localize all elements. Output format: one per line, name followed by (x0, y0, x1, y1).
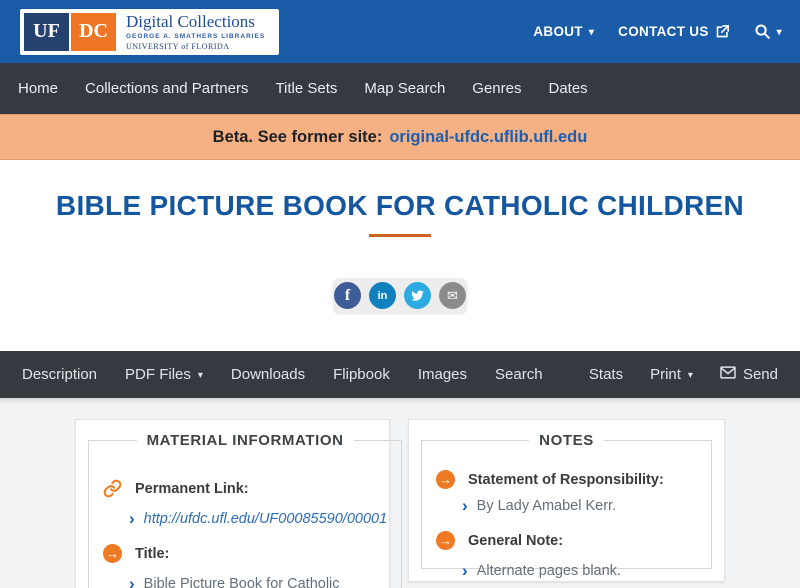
toolbar-right-group: Stats Print ▾ Send (589, 366, 778, 383)
general-note-value-row: › Alternate pages blank. (436, 561, 697, 579)
title-value: Bible Picture Book for Catholic Children (143, 576, 340, 588)
nav-item-genres[interactable]: Genres (472, 80, 521, 97)
beta-banner-text: Beta. See former site: (212, 127, 383, 146)
logo-title: Digital Collections (126, 12, 255, 31)
notes-box: NOTES → Statement of Responsibility: › B… (421, 432, 712, 579)
logo-text-block: Digital Collections GEORGE A. SMATHERS L… (116, 12, 275, 52)
twitter-share-icon[interactable] (404, 282, 431, 309)
social-share-bar: f in ✉ (333, 278, 467, 313)
toolbar-downloads[interactable]: Downloads (231, 366, 305, 383)
notes-heading: NOTES (539, 432, 594, 449)
logo-organization: UNIVERSITY of FLORIDA (126, 42, 230, 51)
general-note-label-row: → General Note: (436, 531, 697, 550)
email-share-icon[interactable]: ✉ (439, 282, 466, 309)
general-note-field: → General Note: › Alternate pages blank. (436, 531, 697, 579)
dc-logo-square: DC (71, 12, 116, 51)
statement-label: Statement of Responsibility: (468, 471, 664, 488)
circle-arrow-icon: → (436, 470, 455, 489)
external-link-icon (715, 24, 730, 39)
linkedin-share-icon[interactable]: in (369, 282, 396, 309)
toolbar-description[interactable]: Description (22, 366, 97, 383)
nav-item-title-sets[interactable]: Title Sets (275, 80, 337, 97)
material-information-heading: MATERIAL INFORMATION (146, 432, 344, 449)
contact-us-label: CONTACT US (618, 24, 709, 39)
statement-of-responsibility-field: → Statement of Responsibility: › By Lady… (436, 470, 697, 514)
toolbar-images-label: Images (417, 366, 468, 383)
facebook-share-icon[interactable]: f (334, 282, 361, 309)
material-information-box: MATERIAL INFORMATION Permanent Link: › h… (88, 432, 403, 588)
permanent-link-label-row: Permanent Link: (103, 479, 387, 498)
title-value-row: › Bible Picture Book for Catholic Childr… (103, 574, 387, 588)
search-menu[interactable]: ▾ (754, 23, 782, 40)
statement-value: By Lady Amabel Kerr. (476, 498, 617, 514)
nav-item-home[interactable]: Home (18, 80, 58, 97)
title-underline (369, 234, 431, 237)
permanent-link-label: Permanent Link: (135, 480, 249, 497)
toolbar-search-label: Search (495, 366, 543, 383)
statement-label-row: → Statement of Responsibility: (436, 470, 697, 489)
notes-card: NOTES → Statement of Responsibility: › B… (408, 419, 725, 582)
permanent-link-url[interactable]: http://ufdc.ufl.edu/UF00085590/00001 (144, 511, 387, 527)
page-title: BIBLE PICTURE BOOK FOR CATHOLIC CHILDREN (55, 190, 745, 221)
nav-item-collections-and-partners[interactable]: Collections and Partners (85, 80, 248, 97)
search-icon (754, 23, 771, 40)
toolbar-send[interactable]: Send (720, 366, 778, 383)
circle-arrow-icon: → (103, 544, 122, 563)
toolbar-flipbook[interactable]: Flipbook (333, 366, 390, 383)
statement-value-row: › By Lady Amabel Kerr. (436, 496, 697, 514)
title-label-row: → Title: (103, 544, 387, 563)
chevron-right-icon: › (462, 496, 468, 515)
chevron-down-icon: ▾ (588, 26, 595, 38)
ufdc-logo[interactable]: UF DC Digital Collections GEORGE A. SMAT… (20, 8, 280, 55)
contact-us-link[interactable]: CONTACT US (618, 24, 730, 39)
chevron-down-icon: ▾ (687, 369, 693, 381)
chevron-right-icon: › (129, 574, 135, 588)
envelope-icon (720, 366, 736, 383)
toolbar-print[interactable]: Print ▾ (650, 366, 693, 383)
toolbar-print-label: Print (650, 366, 681, 383)
header-menu: ABOUT ▾ CONTACT US ▾ (533, 23, 782, 40)
nav-item-map-search[interactable]: Map Search (364, 80, 445, 97)
title-field: → Title: › Bible Picture Book for Cathol… (103, 544, 387, 588)
toolbar-stats[interactable]: Stats (589, 366, 623, 383)
title-section: BIBLE PICTURE BOOK FOR CATHOLIC CHILDREN (0, 160, 800, 237)
item-toolbar: Description PDF Files ▾ Downloads Flipbo… (0, 351, 800, 398)
former-site-link[interactable]: original-ufdc.uflib.ufl.edu (389, 128, 587, 147)
chevron-down-icon: ▾ (197, 369, 203, 381)
toolbar-stats-label: Stats (588, 366, 624, 383)
permanent-link-field: Permanent Link: › http://ufdc.ufl.edu/UF… (103, 479, 387, 527)
about-menu-label: ABOUT (533, 24, 583, 39)
permanent-link-value-row: › http://ufdc.ufl.edu/UF00085590/00001 (103, 509, 387, 527)
toolbar-pdf-files[interactable]: PDF Files ▾ (125, 366, 203, 383)
general-note-value: Alternate pages blank. (476, 563, 621, 579)
general-note-label: General Note: (468, 532, 564, 549)
toolbar-search[interactable]: Search (495, 366, 543, 383)
nav-item-dates[interactable]: Dates (548, 80, 587, 97)
beta-banner: Beta. See former site: original-ufdc.ufl… (0, 114, 800, 160)
toolbar-pdf-files-label: PDF Files (125, 366, 191, 383)
site-header: UF DC Digital Collections GEORGE A. SMAT… (0, 0, 800, 63)
toolbar-downloads-label: Downloads (230, 366, 306, 383)
chevron-right-icon: › (462, 561, 468, 580)
uf-logo-square: UF (24, 12, 69, 51)
toolbar-flipbook-label: Flipbook (333, 366, 390, 383)
about-menu[interactable]: ABOUT ▾ (533, 24, 594, 39)
circle-arrow-icon: → (436, 531, 455, 550)
toolbar-send-label: Send (742, 366, 778, 383)
toolbar-images[interactable]: Images (418, 366, 467, 383)
title-label: Title: (135, 545, 170, 562)
chevron-down-icon: ▾ (776, 26, 782, 38)
item-metadata-section: MATERIAL INFORMATION Permanent Link: › h… (0, 398, 800, 588)
logo-subtitle: GEORGE A. SMATHERS LIBRARIES (126, 33, 266, 40)
toolbar-description-label: Description (22, 366, 98, 383)
chain-link-icon (103, 479, 122, 498)
ufdc-item-page: UF DC Digital Collections GEORGE A. SMAT… (0, 0, 800, 588)
material-information-card: MATERIAL INFORMATION Permanent Link: › h… (75, 419, 403, 588)
main-nav: Home Collections and Partners Title Sets… (0, 63, 800, 114)
chevron-right-icon: › (129, 509, 135, 528)
